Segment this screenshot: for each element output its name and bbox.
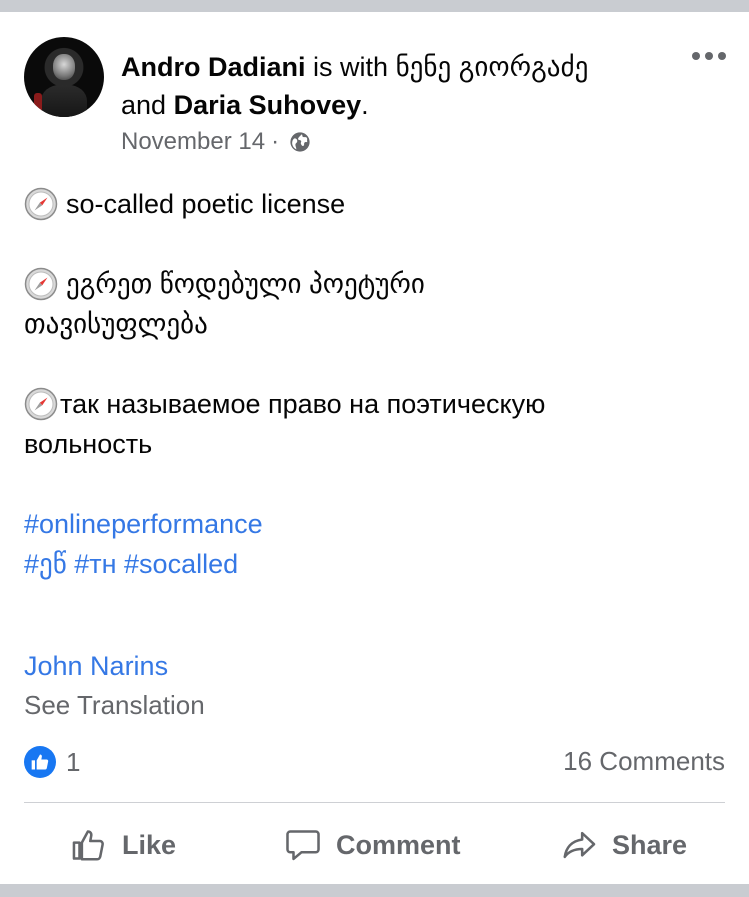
post-header: Andro Dadiani is with ნენე გიორგაძე and …	[121, 48, 661, 124]
top-separator-band	[0, 0, 749, 12]
share-label: Share	[612, 829, 688, 860]
reaction-count: 1	[66, 746, 81, 777]
post-body: so-called poetic license ეგრეთ წოდებული …	[24, 184, 724, 584]
comment-label: Comment	[336, 829, 461, 860]
more-dot	[692, 52, 700, 60]
share-arrow-icon	[563, 831, 596, 859]
bottom-separator-band	[0, 884, 749, 897]
comment-button[interactable]: Comment	[284, 818, 461, 872]
hashtag-link[interactable]: #socalled	[124, 549, 238, 579]
post-text-line: вольность	[24, 429, 153, 459]
hashtag-line: #onlineperformance	[24, 504, 724, 544]
like-button[interactable]: Like	[70, 818, 176, 872]
comments-count-link[interactable]: 16 Comments	[563, 746, 725, 777]
post-meta: November 14 ·	[121, 128, 311, 156]
thumbs-up-outline-icon	[72, 830, 104, 861]
comment-bubble-icon	[286, 830, 320, 861]
globe-icon[interactable]	[289, 131, 311, 153]
with-text: is with	[313, 52, 389, 82]
post-text: so-called poetic license	[66, 189, 346, 219]
period: .	[361, 90, 369, 120]
author-avatar[interactable]	[24, 37, 104, 117]
hashtag-link[interactable]: #ეწ	[24, 549, 67, 579]
hashtag-line: #ეწ #тн #socalled	[24, 544, 724, 584]
avatar-body	[41, 85, 87, 117]
post-line-en: so-called poetic license	[24, 184, 724, 224]
divider	[24, 802, 725, 803]
meta-separator: ·	[271, 128, 280, 155]
tagged-person-2[interactable]: Daria Suhovey	[174, 90, 362, 120]
compass-icon	[24, 187, 58, 221]
hashtag-link[interactable]: #onlineperformance	[24, 509, 263, 539]
author-name[interactable]: Andro Dadiani	[121, 52, 306, 82]
like-label: Like	[122, 829, 177, 860]
thumbs-up-icon	[24, 746, 56, 778]
compass-icon	[24, 267, 58, 301]
post-date[interactable]: November 14	[121, 128, 265, 156]
reaction-summary[interactable]: 1	[24, 746, 80, 778]
avatar-detail	[34, 93, 42, 113]
more-dot	[705, 52, 713, 60]
post-line-ka: ეგრეთ წოდებული პოეტური	[24, 264, 724, 304]
avatar-face	[53, 54, 75, 80]
post-line-ru: так называемое право на поэтическую	[24, 384, 724, 424]
hashtag-link[interactable]: #тн	[74, 549, 116, 579]
and-text: and	[121, 90, 167, 120]
see-translation-link[interactable]: See Translation	[24, 686, 205, 724]
more-options-button[interactable]	[692, 46, 726, 66]
post-text: ეგრეთ წოდებული პოეტური	[66, 264, 425, 304]
more-dot	[718, 52, 726, 60]
tagged-name-link[interactable]: John Narins	[24, 646, 168, 686]
action-bar: Like Comment Share	[0, 818, 749, 872]
post-text-line: თავისუფლება	[24, 309, 208, 339]
compass-icon	[24, 387, 58, 421]
tagged-person-1[interactable]: ნენე გიორგაძე	[396, 52, 589, 82]
post-text-line: ეგრეთ წოდებული პოეტური	[66, 269, 425, 299]
post-text-line: так называемое право на поэтическую	[60, 389, 546, 419]
share-button[interactable]: Share	[560, 818, 687, 872]
